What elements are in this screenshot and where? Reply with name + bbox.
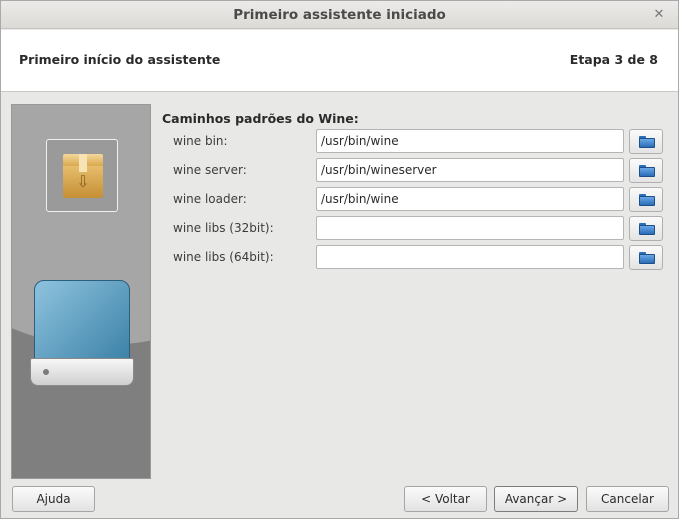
wine-loader-label: wine loader: xyxy=(173,192,247,206)
side-panel: ⇩ xyxy=(11,104,151,479)
window-title: Primeiro assistente iniciado xyxy=(233,7,446,23)
wizard-window: Primeiro assistente iniciado ✕ Primeiro … xyxy=(0,0,679,519)
next-button[interactable]: Avançar > xyxy=(494,486,578,512)
package-box-icon: ⇩ xyxy=(46,139,118,212)
folder-icon xyxy=(639,136,655,148)
wine-bin-label: wine bin: xyxy=(173,134,228,148)
wizard-title: Primeiro início do assistente xyxy=(19,52,221,67)
help-button[interactable]: Ajuda xyxy=(12,486,95,512)
wine-libs-32-input[interactable] xyxy=(316,216,624,240)
wine-loader-browse-button[interactable] xyxy=(629,187,663,212)
down-arrow-icon: ⇩ xyxy=(76,172,90,191)
row-wine-server: wine server: /usr/bin/wineserver xyxy=(151,158,669,184)
wine-server-label: wine server: xyxy=(173,163,247,177)
wine-libs-64-label: wine libs (64bit): xyxy=(173,250,274,264)
hard-drive-icon xyxy=(30,280,134,388)
row-wine-libs-32: wine libs (32bit): xyxy=(151,216,669,242)
wine-libs-64-browse-button[interactable] xyxy=(629,245,663,270)
title-bar: Primeiro assistente iniciado ✕ xyxy=(1,1,678,29)
cancel-button[interactable]: Cancelar xyxy=(586,486,669,512)
wine-loader-input[interactable]: /usr/bin/wine xyxy=(316,187,624,211)
wine-bin-input[interactable]: /usr/bin/wine xyxy=(316,129,624,153)
wine-libs-64-input[interactable] xyxy=(316,245,624,269)
folder-icon xyxy=(639,194,655,206)
folder-icon xyxy=(639,223,655,235)
wine-server-browse-button[interactable] xyxy=(629,158,663,183)
folder-icon xyxy=(639,252,655,264)
button-bar: Ajuda < Voltar Avançar > Cancelar xyxy=(1,479,678,519)
paths-form: Caminhos padrões do Wine: wine bin: /usr… xyxy=(151,104,669,479)
folder-icon xyxy=(639,165,655,177)
wine-bin-browse-button[interactable] xyxy=(629,129,663,154)
wine-server-input[interactable]: /usr/bin/wineserver xyxy=(316,158,624,182)
back-button[interactable]: < Voltar xyxy=(404,486,487,512)
close-icon[interactable]: ✕ xyxy=(652,1,666,29)
step-indicator: Etapa 3 de 8 xyxy=(569,52,658,67)
section-title: Caminhos padrões do Wine: xyxy=(162,111,359,126)
row-wine-bin: wine bin: /usr/bin/wine xyxy=(151,129,669,155)
wine-libs-32-browse-button[interactable] xyxy=(629,216,663,241)
row-wine-loader: wine loader: /usr/bin/wine xyxy=(151,187,669,213)
wizard-header: Primeiro início do assistente Etapa 3 de… xyxy=(1,30,678,92)
wine-libs-32-label: wine libs (32bit): xyxy=(173,221,274,235)
row-wine-libs-64: wine libs (64bit): xyxy=(151,245,669,271)
